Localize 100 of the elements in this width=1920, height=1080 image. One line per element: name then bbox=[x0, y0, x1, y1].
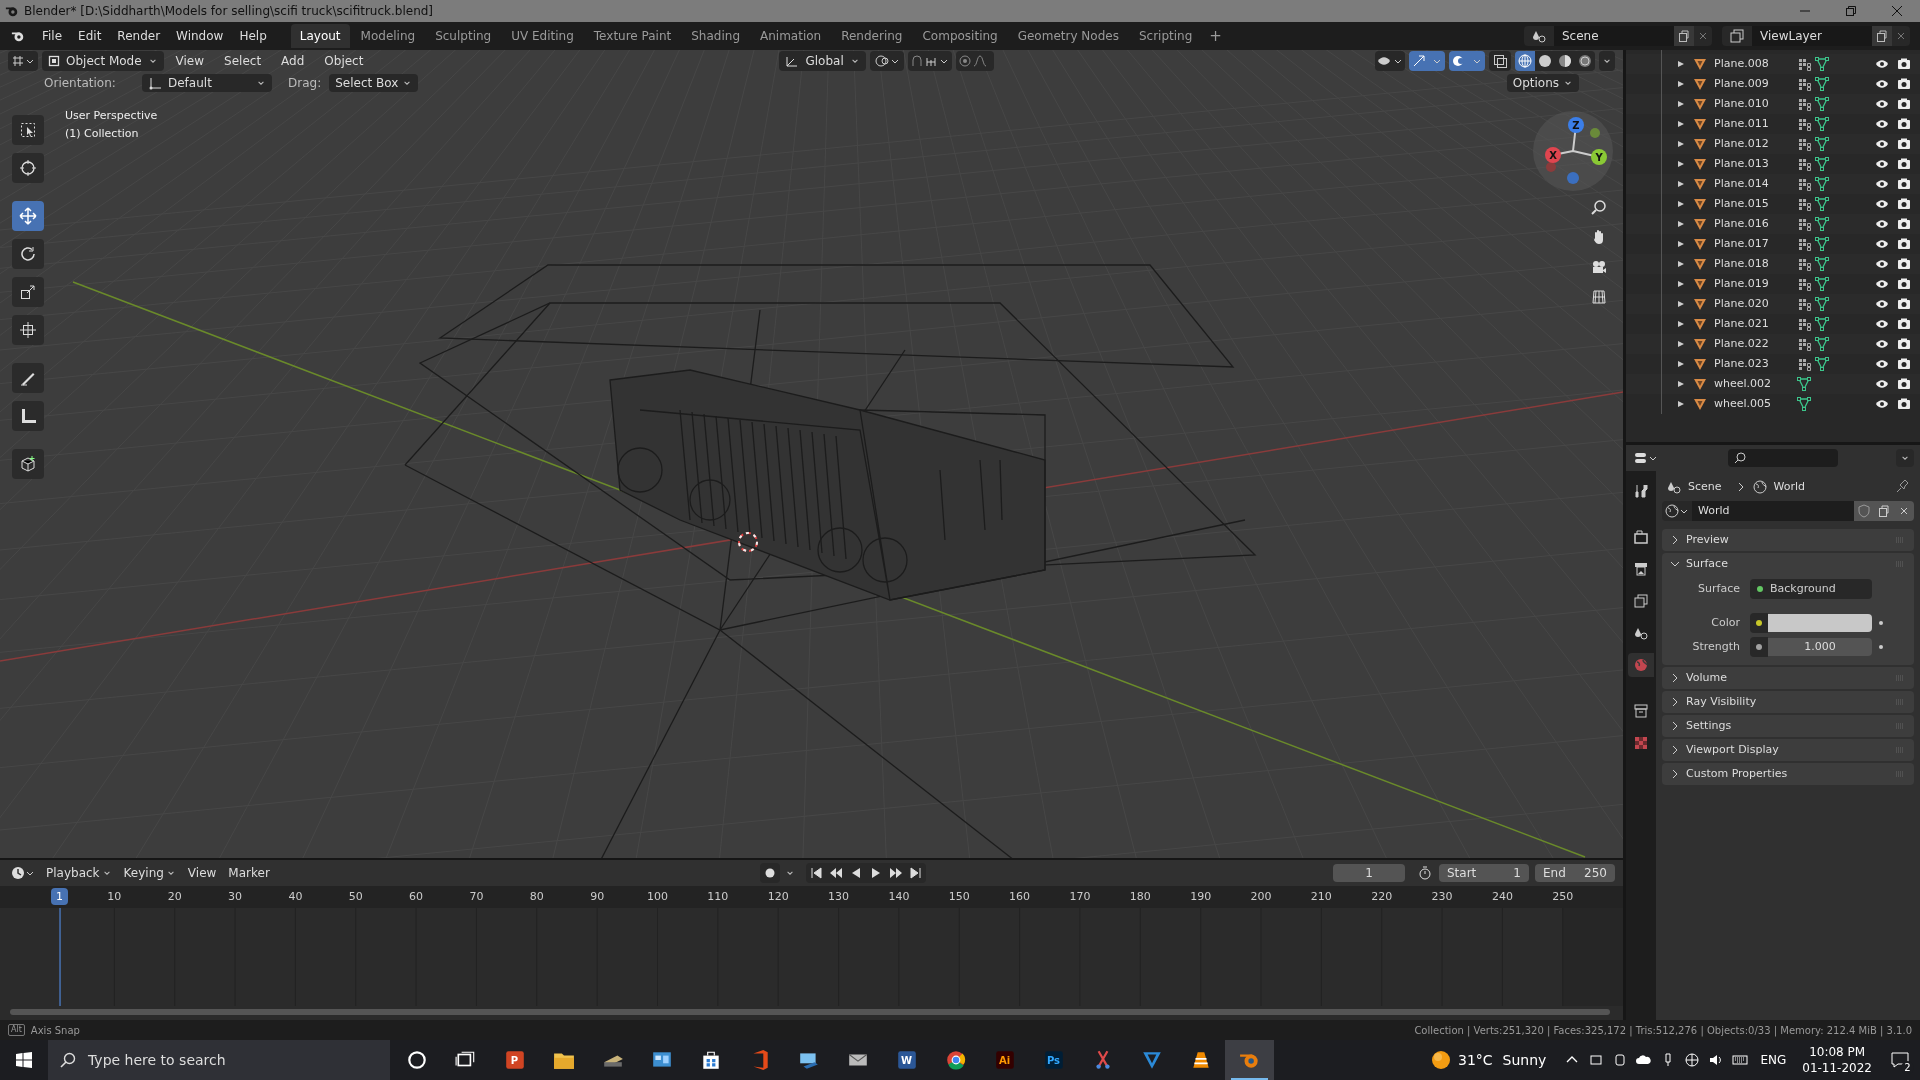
shading-solid-icon[interactable] bbox=[1535, 51, 1555, 71]
mesh-data-icon[interactable] bbox=[1814, 136, 1830, 152]
object-name[interactable]: wheel.002 bbox=[1714, 375, 1792, 393]
workspace-tab[interactable]: Compositing bbox=[913, 24, 1007, 48]
menu-item[interactable]: Add bbox=[273, 51, 313, 71]
visibility-icon[interactable] bbox=[1375, 51, 1405, 71]
object-name[interactable]: Plane.020 bbox=[1714, 295, 1792, 313]
object-name[interactable]: Plane.011 bbox=[1714, 115, 1792, 133]
mode-dropdown[interactable]: Object Mode bbox=[42, 51, 164, 71]
object-name[interactable]: Plane.015 bbox=[1714, 195, 1792, 213]
menu-item[interactable]: View bbox=[183, 863, 221, 883]
cursor-tool-icon[interactable] bbox=[12, 153, 44, 183]
proportional-edit-icon[interactable] bbox=[955, 51, 994, 71]
search-field[interactable] bbox=[1728, 449, 1838, 467]
workspace-tab[interactable]: Layout bbox=[290, 24, 350, 48]
render-camera-icon[interactable] bbox=[1896, 256, 1912, 272]
end-frame-field[interactable]: End 250 bbox=[1535, 864, 1615, 882]
render-camera-icon[interactable] bbox=[1896, 396, 1912, 412]
current-frame-field[interactable]: 1 bbox=[1333, 864, 1405, 882]
panel-header[interactable]: Ray Visibility bbox=[1686, 693, 1757, 711]
render-camera-icon[interactable] bbox=[1896, 296, 1912, 312]
strength-field[interactable]: 1.000 bbox=[1768, 638, 1872, 656]
workspace-tab[interactable]: Texture Paint bbox=[584, 24, 681, 48]
render-camera-icon[interactable] bbox=[1896, 116, 1912, 132]
mesh-data-icon[interactable] bbox=[1796, 376, 1812, 392]
socket-icon[interactable] bbox=[1750, 613, 1768, 633]
workspace-tab[interactable]: Animation bbox=[751, 24, 831, 48]
copy-icon[interactable] bbox=[1872, 26, 1892, 46]
render-camera-icon[interactable] bbox=[1896, 76, 1912, 92]
rotate-tool-icon[interactable] bbox=[12, 239, 44, 269]
menu-item[interactable]: Window bbox=[168, 25, 232, 47]
panel-header[interactable]: Volume bbox=[1686, 669, 1727, 687]
mesh-data-icon[interactable] bbox=[1814, 276, 1830, 292]
object-name[interactable]: Plane.016 bbox=[1714, 215, 1792, 233]
world-tab-icon[interactable] bbox=[1628, 653, 1654, 677]
menu-item[interactable]: Select bbox=[216, 51, 270, 71]
modifier-icon[interactable] bbox=[1796, 276, 1812, 292]
drag-dropdown[interactable]: Select Box bbox=[329, 74, 419, 92]
render-camera-icon[interactable] bbox=[1896, 236, 1912, 252]
panel-header[interactable]: Custom Properties bbox=[1686, 765, 1788, 783]
render-camera-icon[interactable] bbox=[1896, 136, 1912, 152]
auto-keying-icon[interactable] bbox=[759, 863, 780, 883]
shader-dropdown[interactable]: Background bbox=[1750, 579, 1872, 599]
start-frame-field[interactable]: Start 1 bbox=[1439, 864, 1529, 882]
object-name[interactable]: Plane.014 bbox=[1714, 175, 1792, 193]
blender-app-icon[interactable] bbox=[1225, 1040, 1274, 1080]
editor-type-icon[interactable] bbox=[8, 51, 38, 71]
add-cube-tool-icon[interactable] bbox=[12, 449, 44, 479]
panel-header[interactable]: Settings bbox=[1686, 717, 1732, 735]
scrollbar[interactable] bbox=[10, 1009, 1610, 1015]
panel-header[interactable]: Preview bbox=[1686, 531, 1729, 549]
transform-tool-icon[interactable] bbox=[12, 315, 44, 345]
workspace-tab[interactable]: Rendering bbox=[832, 24, 912, 48]
modifier-icon[interactable] bbox=[1796, 356, 1812, 372]
modifier-icon[interactable] bbox=[1796, 236, 1812, 252]
pivot-icon[interactable] bbox=[869, 51, 904, 71]
workspace-tab[interactable]: Sculpting bbox=[426, 24, 501, 48]
taskbar-search-field[interactable]: Type here to search bbox=[48, 1040, 390, 1080]
object-name[interactable]: Plane.023 bbox=[1714, 355, 1792, 373]
mesh-data-icon[interactable] bbox=[1814, 196, 1830, 212]
gizmo-toggle-icon[interactable] bbox=[1409, 51, 1445, 71]
modifier-icon[interactable] bbox=[1796, 336, 1812, 352]
object-name[interactable]: Plane.019 bbox=[1714, 275, 1792, 293]
workspace-tab[interactable]: Shading bbox=[682, 24, 749, 48]
object-name[interactable]: Plane.022 bbox=[1714, 335, 1792, 353]
menu-item[interactable]: File bbox=[34, 25, 71, 47]
render-camera-icon[interactable] bbox=[1896, 56, 1912, 72]
mesh-data-icon[interactable] bbox=[1814, 356, 1830, 372]
options-dropdown[interactable]: Options bbox=[1506, 74, 1579, 92]
annotate-tool-icon[interactable] bbox=[12, 363, 44, 393]
modifier-icon[interactable] bbox=[1796, 76, 1812, 92]
mesh-data-icon[interactable] bbox=[1814, 96, 1830, 112]
object-name[interactable]: Plane.018 bbox=[1714, 255, 1792, 273]
menu-item[interactable]: Help bbox=[231, 25, 275, 47]
object-name[interactable]: Plane.010 bbox=[1714, 95, 1792, 113]
close-icon[interactable] bbox=[1892, 26, 1910, 46]
pin-icon[interactable] bbox=[1894, 479, 1910, 495]
menu-item[interactable]: Playback bbox=[42, 863, 116, 883]
modifier-icon[interactable] bbox=[1796, 156, 1812, 172]
modifier-icon[interactable] bbox=[1796, 176, 1812, 192]
shading-wireframe-icon[interactable] bbox=[1515, 51, 1535, 71]
frame-ruler[interactable] bbox=[0, 886, 1623, 908]
mesh-data-icon[interactable] bbox=[1814, 316, 1830, 332]
modifier-icon[interactable] bbox=[1796, 296, 1812, 312]
menu-item[interactable]: Object bbox=[316, 51, 372, 71]
scale-tool-icon[interactable] bbox=[12, 277, 44, 307]
color-swatch[interactable] bbox=[1768, 614, 1872, 632]
mesh-data-icon[interactable] bbox=[1814, 236, 1830, 252]
object-name[interactable]: Plane.017 bbox=[1714, 235, 1792, 253]
mesh-data-icon[interactable] bbox=[1814, 336, 1830, 352]
render-camera-icon[interactable] bbox=[1896, 196, 1912, 212]
chevron-right-icon[interactable] bbox=[1670, 673, 1680, 683]
render-camera-icon[interactable] bbox=[1896, 316, 1912, 332]
modifier-icon[interactable] bbox=[1796, 196, 1812, 212]
mesh-data-icon[interactable] bbox=[1814, 256, 1830, 272]
mesh-data-icon[interactable] bbox=[1814, 116, 1830, 132]
mesh-data-icon[interactable] bbox=[1796, 396, 1812, 412]
modifier-icon[interactable] bbox=[1796, 216, 1812, 232]
scene-field[interactable]: Scene bbox=[1554, 26, 1674, 46]
mesh-data-icon[interactable] bbox=[1814, 176, 1830, 192]
